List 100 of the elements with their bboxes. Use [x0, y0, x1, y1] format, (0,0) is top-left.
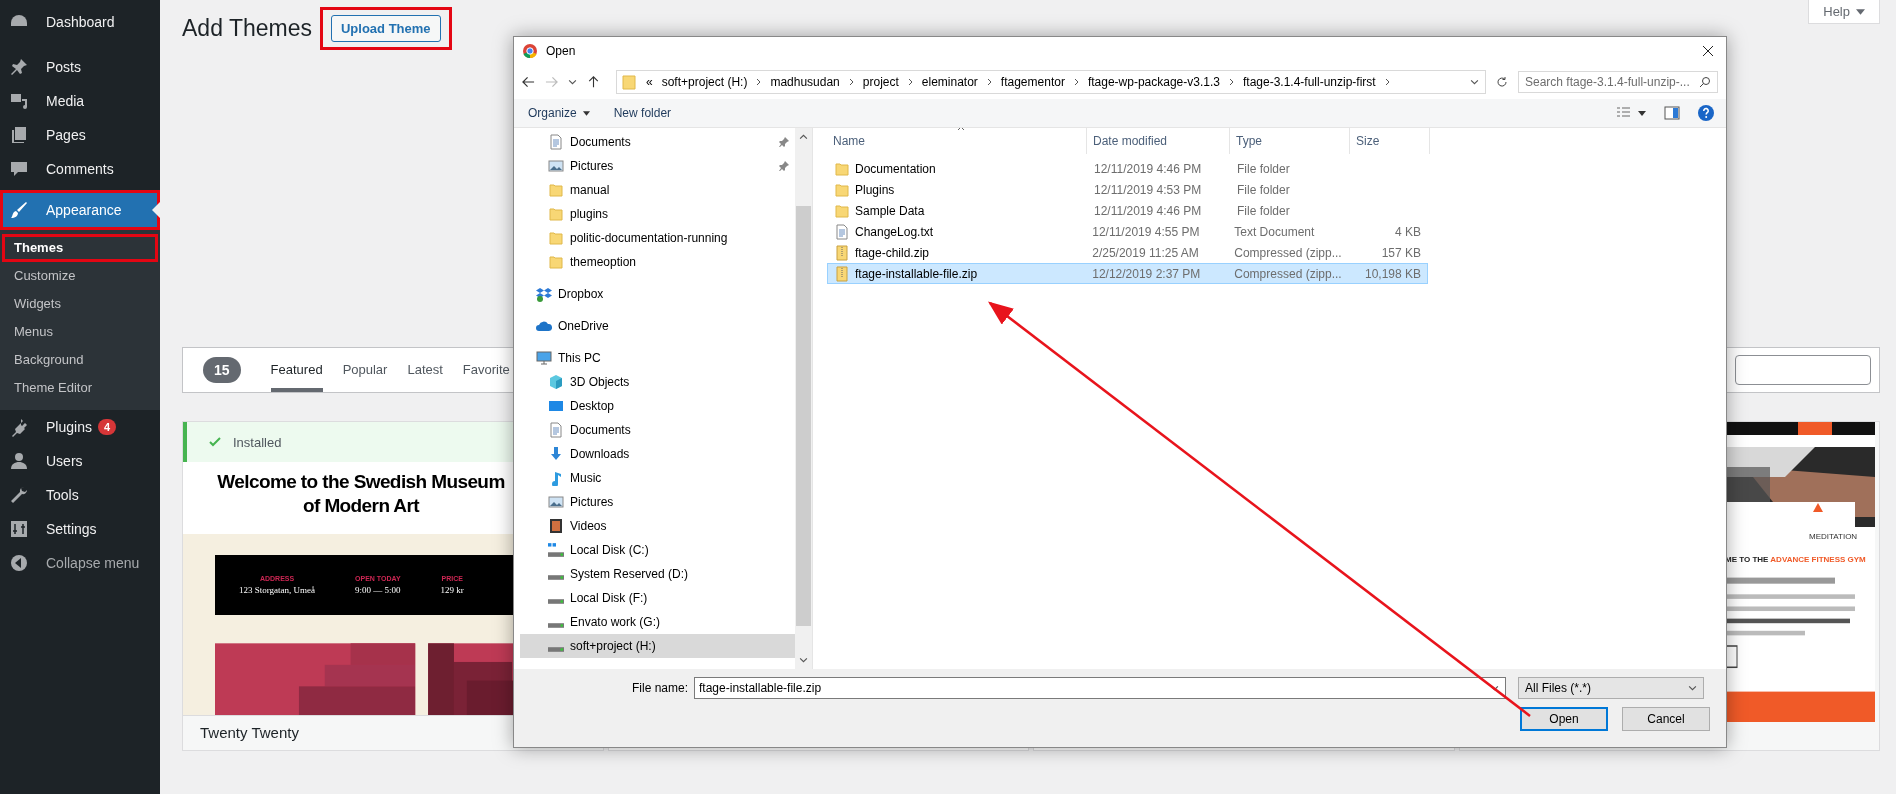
path-segment[interactable]: ftage-wp-package-v3.1.3	[1087, 75, 1220, 89]
file-name: Documentation	[855, 161, 936, 176]
file-name-field[interactable]: ftage-installable-file.zip	[694, 677, 1507, 699]
chevron-right-icon[interactable]	[848, 78, 854, 86]
overflow-chevron[interactable]: «	[646, 75, 653, 89]
menu-item[interactable]: Collapse menu	[0, 546, 160, 580]
chevron-down-icon[interactable]	[1470, 79, 1479, 85]
file-type-dropdown[interactable]: All Files (*.*)	[1518, 677, 1705, 699]
menu-item[interactable]: Plugins 4	[0, 410, 160, 444]
chevron-down-icon[interactable]	[799, 657, 808, 663]
chevron-right-icon[interactable]	[1073, 78, 1079, 86]
scrollbar[interactable]	[795, 128, 812, 669]
up-arrow-icon[interactable]	[587, 76, 600, 88]
file-row[interactable]: Plugins 12/11/2019 4:53 PM File folder	[827, 179, 1428, 200]
nav-item[interactable]: Dropbox	[520, 282, 795, 306]
nav-item[interactable]: soft+project (H:)	[520, 634, 795, 658]
browser-logo-icon	[522, 43, 538, 59]
search-icon	[1699, 76, 1711, 88]
organize-menu[interactable]: Organize	[528, 106, 590, 120]
dialog-button[interactable]: Cancel	[1622, 707, 1710, 731]
preview-pane-icon[interactable]	[1664, 105, 1680, 121]
menu-item[interactable]: Posts	[0, 50, 160, 84]
path-segment[interactable]: project	[862, 75, 899, 89]
nav-item[interactable]: This PC	[520, 346, 795, 370]
submenu-item[interactable]: Customize	[2, 262, 158, 290]
submenu-item[interactable]: Theme Editor	[2, 374, 158, 402]
search-field[interactable]	[1735, 355, 1871, 385]
column-header[interactable]: Name	[827, 128, 1087, 154]
help-icon[interactable]	[1698, 105, 1714, 121]
nav-item[interactable]: politic-documentation-running	[520, 226, 795, 250]
nav-item[interactable]: Desktop	[520, 394, 795, 418]
column-header[interactable]: Type	[1230, 128, 1350, 154]
file-name: Sample Data	[855, 203, 925, 218]
menu-item[interactable]: Users	[0, 444, 160, 478]
menu-item[interactable]: Tools	[0, 478, 160, 512]
filter-tab[interactable]: Popular	[342, 348, 388, 392]
chevron-right-icon[interactable]	[756, 78, 762, 86]
scroll-thumb[interactable]	[796, 206, 811, 626]
chevron-right-icon[interactable]	[907, 78, 913, 86]
date-cell-text: 12/12/2019 2:37 PM	[1091, 266, 1202, 281]
drive-icon	[548, 598, 564, 604]
chevron-right-icon[interactable]	[1384, 78, 1390, 86]
menu-item[interactable]: Media	[0, 84, 160, 118]
back-arrow-icon[interactable]	[522, 76, 535, 88]
new-folder-button[interactable]: New folder	[613, 106, 672, 120]
column-header[interactable]: Size	[1350, 128, 1430, 154]
submenu-item[interactable]: Themes	[2, 234, 158, 262]
view-options-icon[interactable]	[1616, 106, 1646, 120]
filter-tab[interactable]: Favorite	[462, 348, 510, 392]
file-row[interactable]: ftage-installable-file.zip 12/12/2019 2:37 PM Compressed (zipp... 10,198 KB	[827, 263, 1428, 284]
path-segment[interactable]: soft+project (H:)	[661, 75, 748, 89]
type-cell-text: File folder	[1236, 182, 1291, 197]
media-icon	[9, 91, 29, 111]
path-segment[interactable]: ftage-3.1.4-full-unzip-first	[1242, 75, 1376, 89]
nav-item[interactable]: manual	[520, 178, 795, 202]
file-row[interactable]: Sample Data 12/11/2019 4:46 PM File folder	[827, 200, 1428, 221]
nav-item[interactable]: Documents	[520, 130, 795, 154]
nav-item[interactable]: plugins	[520, 202, 795, 226]
size-cell-text: 4 KB	[1394, 224, 1422, 239]
document-icon	[548, 422, 564, 438]
chevron-up-icon[interactable]	[799, 134, 808, 140]
submenu-item[interactable]: Background	[2, 346, 158, 374]
address-bar[interactable]: « soft+project (H:) madhusudan project eleminator ftagementor ftage-wp-package-v3.1.3 ftage-3.1.4-full-unzip-first	[616, 70, 1486, 94]
search-field[interactable]: Search ftage-3.1.4-full-unzip-...	[1518, 71, 1718, 93]
chevron-down-icon[interactable]	[568, 79, 577, 85]
help-tab[interactable]: Help	[1808, 0, 1880, 24]
file-row[interactable]: ChangeLog.txt 12/11/2019 4:55 PM Text Document 4 KB	[827, 221, 1428, 242]
nav-item[interactable]: 3D Objects	[520, 370, 795, 394]
chevron-right-icon[interactable]	[1228, 78, 1234, 86]
menu-item[interactable]: Settings	[0, 512, 160, 546]
picture-icon	[548, 494, 564, 510]
refresh-icon[interactable]	[1496, 76, 1508, 88]
size-cell-text: 10,198 KB	[1363, 266, 1422, 281]
filter-tab[interactable]: Latest	[407, 348, 443, 392]
menu-item[interactable]: Pages	[0, 118, 160, 152]
column-header[interactable]: Date modified	[1087, 128, 1230, 154]
menu-item[interactable]: Appearance	[0, 190, 160, 230]
nav-item[interactable]: OneDrive	[520, 314, 795, 338]
filter-tab[interactable]: Featured	[270, 348, 323, 392]
chevron-right-icon[interactable]	[986, 78, 992, 86]
path-segment[interactable]: ftagementor	[1000, 75, 1065, 89]
feature-label: MEDITATION	[1808, 532, 1859, 541]
nav-item[interactable]: themeoption	[520, 250, 795, 274]
submenu-item[interactable]: Menus	[2, 318, 158, 346]
menu-item[interactable]: Dashboard	[0, 5, 160, 39]
file-row[interactable]: Documentation 12/11/2019 4:46 PM File folder	[827, 158, 1428, 179]
folder-icon	[548, 182, 564, 198]
close-icon[interactable]	[1702, 45, 1714, 57]
drive-icon	[548, 542, 564, 558]
path-segment[interactable]: madhusudan	[770, 75, 840, 89]
dialog-button[interactable]: Open	[1520, 707, 1608, 731]
menu-item[interactable]: Comments	[0, 152, 160, 186]
file-row[interactable]: ftage-child.zip 2/25/2019 11:25 AM Compressed (zipp... 157 KB	[827, 242, 1428, 263]
submenu-item[interactable]: Widgets	[2, 290, 158, 318]
date-cell-text: 12/11/2019 4:53 PM	[1093, 182, 1203, 197]
nav-item[interactable]: Pictures	[520, 154, 795, 178]
sliders-icon	[9, 519, 29, 539]
upload-theme-button[interactable]: Upload Theme	[331, 14, 441, 42]
path-segment[interactable]: eleminator	[921, 75, 978, 89]
folder-icon	[834, 181, 850, 198]
